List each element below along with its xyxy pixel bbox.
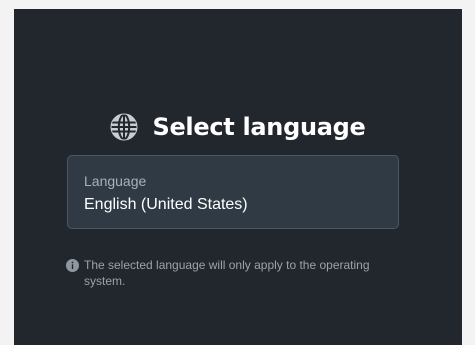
language-label: Language <box>84 173 147 189</box>
info-icon <box>66 259 79 272</box>
dialog-header: Select language <box>14 107 462 147</box>
language-note-text: The selected language will only apply to… <box>84 258 370 288</box>
language-note: The selected language will only apply to… <box>66 257 406 289</box>
language-select[interactable]: Language English (United States) <box>67 155 399 229</box>
language-value: English (United States) <box>84 196 248 213</box>
dialog-title: Select language <box>152 113 366 141</box>
language-dialog: Select language Language English (United… <box>14 9 462 345</box>
globe-icon <box>110 113 138 141</box>
